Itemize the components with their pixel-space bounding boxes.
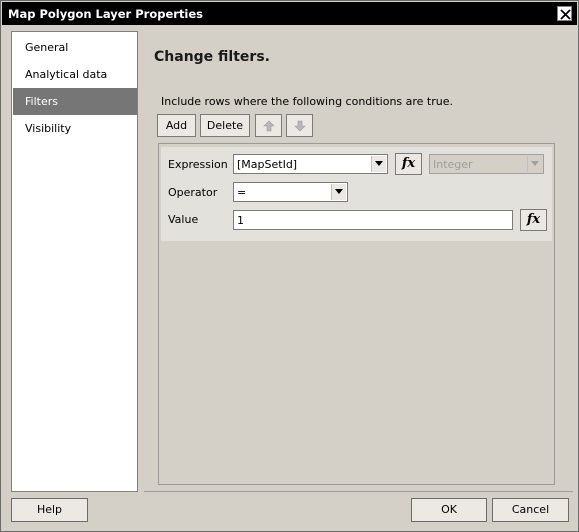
title-bar[interactable]: Map Polygon Layer Properties <box>2 2 577 25</box>
sidebar-item-label: General <box>25 41 69 54</box>
instruction-text: Include rows where the following conditi… <box>161 95 453 108</box>
sidebar-item-general[interactable]: General <box>13 34 137 61</box>
expression-label: Expression <box>168 158 228 171</box>
properties-dialog: Map Polygon Layer Properties General Ana… <box>0 0 579 532</box>
sidebar-item-analytical-data[interactable]: Analytical data <box>13 61 137 88</box>
value-label: Value <box>168 213 199 226</box>
dropdown-arrow[interactable] <box>371 156 386 172</box>
chevron-down-icon <box>375 161 383 166</box>
expression-value: [MapSetId] <box>237 158 298 171</box>
operator-value: = <box>237 186 247 199</box>
sidebar-item-label: Visibility <box>25 122 72 135</box>
cancel-button[interactable]: Cancel <box>492 498 569 522</box>
expression-fx-button[interactable]: fx <box>395 153 422 175</box>
fx-icon: fx <box>526 212 541 227</box>
sidebar-nav: General Analytical data Filters Visibili… <box>11 31 138 492</box>
chevron-down-icon <box>335 189 343 194</box>
fx-icon: fx <box>401 156 416 171</box>
close-icon <box>560 9 571 20</box>
move-down-button[interactable] <box>286 114 313 137</box>
delete-button[interactable]: Delete <box>200 114 250 137</box>
sidebar-item-visibility[interactable]: Visibility <box>13 115 137 142</box>
value-input[interactable] <box>234 211 512 229</box>
dropdown-arrow[interactable] <box>331 184 346 200</box>
page-title: Change filters. <box>154 49 270 65</box>
add-button[interactable]: Add <box>157 114 196 137</box>
type-dropdown: Integer <box>429 154 544 174</box>
value-field[interactable] <box>233 210 513 230</box>
arrow-up-icon <box>263 120 275 132</box>
arrow-down-icon <box>294 120 306 132</box>
value-fx-button[interactable]: fx <box>520 209 547 231</box>
expression-dropdown[interactable]: [MapSetId] <box>233 154 388 174</box>
footer-divider <box>144 491 573 492</box>
operator-dropdown[interactable]: = <box>233 182 348 202</box>
sidebar-item-label: Filters <box>25 95 58 108</box>
sidebar-item-filters[interactable]: Filters <box>13 88 137 115</box>
move-up-button[interactable] <box>255 114 282 137</box>
operator-label: Operator <box>168 186 218 199</box>
help-button[interactable]: Help <box>11 498 88 522</box>
ok-button[interactable]: OK <box>411 498 487 522</box>
close-button[interactable] <box>557 6 572 21</box>
sidebar-item-label: Analytical data <box>25 68 108 81</box>
dropdown-arrow <box>527 156 542 172</box>
chevron-down-icon <box>531 161 539 166</box>
window-title: Map Polygon Layer Properties <box>8 7 204 21</box>
type-value: Integer <box>433 158 473 171</box>
